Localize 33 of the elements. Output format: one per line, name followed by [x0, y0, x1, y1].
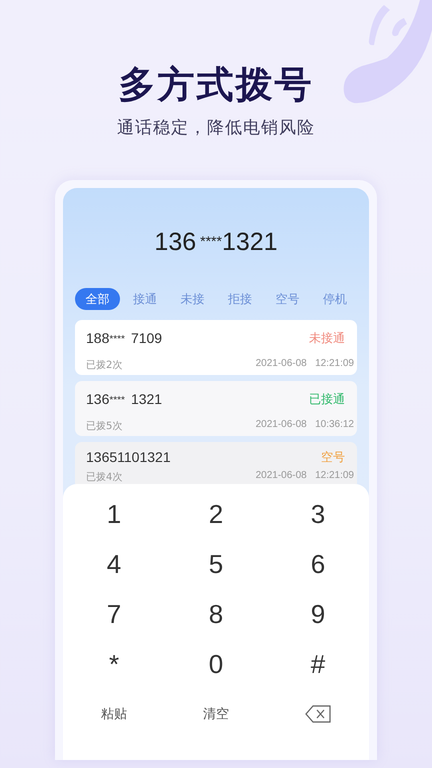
dial-key[interactable]: 7 — [96, 598, 132, 630]
call-record-card[interactable]: 188**** 7109 未接通 已拨2次 2021-06-08 12:21:09 — [75, 320, 357, 375]
phone-number: 136**** 1321 — [86, 390, 164, 409]
dial-key[interactable]: 9 — [300, 598, 336, 630]
action-key[interactable]: 清空 — [193, 705, 239, 723]
phone-number-display: 136 $^{****}$1321 — [153, 228, 279, 258]
page-subtitle: 通话稳定，降低电销风险 — [116, 117, 316, 139]
dial-count: 已拨2次 — [86, 359, 124, 373]
call-status: 已接通 — [308, 391, 346, 408]
phone-number: 13651101321 — [86, 448, 172, 466]
dial-key[interactable]: # — [300, 648, 336, 680]
dial-key[interactable]: 8 — [198, 598, 234, 630]
dial-count: 已拨5次 — [86, 420, 124, 434]
action-key[interactable]: 粘贴 — [91, 705, 137, 723]
call-status: 空号 — [320, 449, 346, 466]
dial-key[interactable]: * — [98, 648, 130, 680]
dial-key[interactable]: 2 — [198, 498, 234, 530]
call-time: 2021-06-08 12:21:09 — [256, 358, 355, 371]
dial-key[interactable]: 0 — [198, 648, 234, 680]
dial-key[interactable]: 6 — [300, 548, 336, 580]
dial-count: 已拨4次 — [86, 470, 124, 484]
call-record-card[interactable]: 13651101321 空号 已拨4次 2021-06-08 12:21:09 — [75, 442, 357, 484]
filter-tab[interactable]: 全部 — [75, 288, 120, 310]
call-status: 未接通 — [308, 330, 346, 347]
dial-key[interactable]: 3 — [300, 498, 336, 530]
dial-key[interactable]: 1 — [96, 498, 132, 530]
call-record-card[interactable]: 136**** 1321 已接通 已拨5次 2021-06-08 10:36:12 — [75, 381, 357, 436]
dial-key[interactable]: 4 — [96, 548, 132, 580]
call-time: 2021-06-08 12:21:09 — [256, 470, 355, 482]
call-time: 2021-06-08 10:36:12 — [256, 419, 355, 432]
phone-number: 188**** 7109 — [86, 329, 164, 348]
dial-key[interactable]: 5 — [198, 548, 234, 580]
page-title: 多方式拨号 — [118, 62, 314, 108]
